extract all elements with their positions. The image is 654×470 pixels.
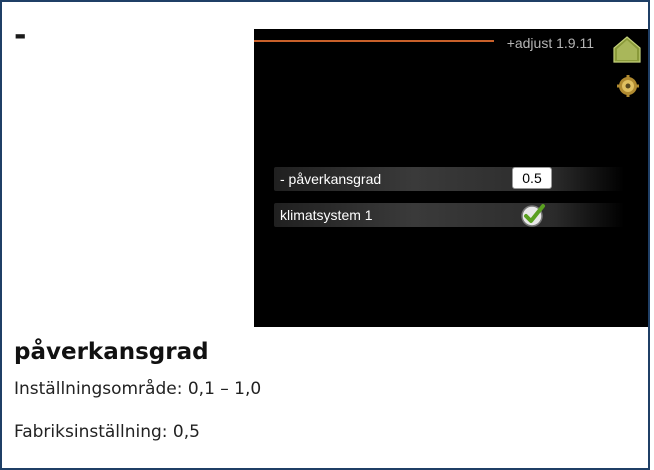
menu-row-paverkansgrad[interactable]: - påverkansgrad 0.5 xyxy=(274,167,624,191)
menu-row-klimatsystem[interactable]: klimatsystem 1 xyxy=(274,203,624,227)
section-marker: - xyxy=(14,18,27,53)
menu-title: +adjust 1.9.11 xyxy=(506,35,594,51)
setting-range-text: Inställningsområde: 0,1 – 1,0 xyxy=(14,379,262,399)
checkmark-icon[interactable] xyxy=(519,201,547,229)
house-icon xyxy=(613,36,641,63)
menu-row-label: - påverkansgrad xyxy=(280,171,382,187)
display-screen: +adjust 1.9.11 - påverkansgrad 0.5 klima… xyxy=(254,29,648,327)
section-heading: påverkansgrad xyxy=(14,339,209,365)
gear-icon xyxy=(617,75,639,97)
page-frame: - +adjust 1.9.11 - påverkansgrad 0.5 kli… xyxy=(0,0,650,470)
menu-row-label: klimatsystem 1 xyxy=(280,207,373,223)
progress-line xyxy=(254,40,494,42)
default-setting-text: Fabriksinställning: 0,5 xyxy=(14,422,200,442)
value-field[interactable]: 0.5 xyxy=(512,167,552,189)
